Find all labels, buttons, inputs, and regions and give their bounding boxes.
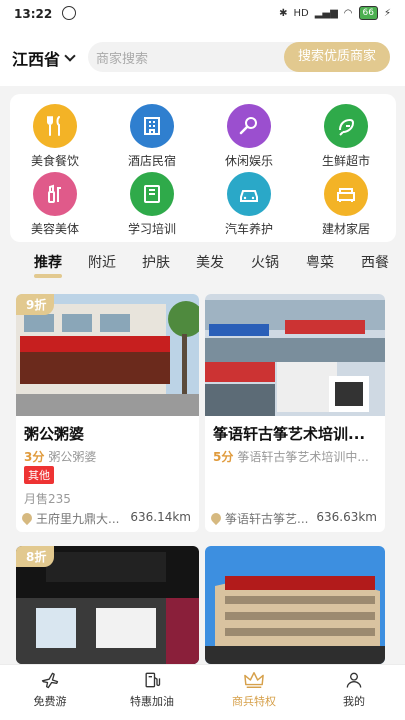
category-food[interactable]: 美食餐饮 (10, 104, 100, 169)
category-car[interactable]: 汽车养护 (204, 172, 294, 237)
status-time: 13:22 (14, 7, 53, 21)
top-bar: 江西省 商家搜索 搜索优质商家 (0, 30, 405, 86)
merchant-location: 王府里九鼎大... (19, 510, 120, 527)
shrimp-icon (324, 104, 368, 148)
signal-icon: ▂▄▆ (314, 7, 338, 19)
location-text: 筝语轩古筝艺... (225, 512, 309, 526)
hotel-icon (130, 104, 174, 148)
merchant-title: 粥公粥婆 (24, 425, 85, 443)
bottom-nav: 免费游 特惠加油 商兵特权 我的 (0, 664, 405, 720)
tab-hair[interactable]: 美发 (196, 252, 224, 272)
bluetooth-icon: ✱ (279, 7, 288, 19)
tab-western[interactable]: 西餐 (361, 252, 389, 272)
alarm-icon (62, 6, 76, 20)
category-label: 学习培训 (127, 222, 176, 236)
microphone-icon (227, 104, 271, 148)
merchant-sales: 月售235 (24, 492, 71, 506)
merchant-distance: 636.63km (316, 510, 377, 524)
merchant-photo (205, 294, 385, 416)
wifi-icon: ◠ (343, 7, 353, 19)
search-button[interactable]: 搜索优质商家 (284, 42, 390, 72)
tab-nearby[interactable]: 附近 (88, 252, 116, 272)
location-text: 王府里九鼎大... (36, 512, 120, 526)
utensils-icon (33, 104, 77, 148)
merchant-score: 5分 (213, 450, 234, 464)
nav-free-travel[interactable]: 免费游 (10, 669, 90, 709)
category-label: 美食餐饮 (30, 154, 79, 168)
merchant-photo (205, 546, 385, 664)
category-label: 美容美体 (30, 222, 79, 236)
discount-badge: 8折 (16, 546, 55, 567)
beauty-icon (33, 172, 77, 216)
location-pin-icon (19, 510, 35, 526)
status-icons: ✱ HD ▂▄▆ ◠ 66 ⚡ (279, 6, 391, 20)
tab-indicator (34, 274, 62, 278)
search-input[interactable]: 商家搜索 (96, 48, 148, 67)
tab-cantonese[interactable]: 粤菜 (306, 252, 334, 272)
battery-icon: 66 (358, 6, 378, 20)
chevron-down-icon (64, 50, 76, 62)
city-label: 江西省 (12, 50, 61, 69)
category-tabs: 推荐 附近 护肤 美发 火锅 粤菜 西餐 (0, 252, 405, 278)
merchant-subtitle: 3分 粥公粥婆 (24, 448, 189, 465)
status-bar: 13:22 ✱ HD ▂▄▆ ◠ 66 ⚡ (0, 0, 405, 30)
nav-fuel[interactable]: 特惠加油 (112, 669, 192, 709)
nav-label: 我的 (343, 695, 365, 708)
merchant-subname: 粥公粥婆 (48, 450, 97, 464)
merchant-title: 筝语轩古筝艺术培训... (213, 425, 366, 443)
book-icon (130, 172, 174, 216)
category-beauty[interactable]: 美容美体 (10, 172, 100, 237)
merchant-card[interactable]: 筝语轩古筝艺术培训... 5分 筝语轩古筝艺术培训中... 筝语轩古筝艺... 6… (205, 294, 385, 532)
tab-hotpot[interactable]: 火锅 (251, 252, 279, 272)
sofa-icon (324, 172, 368, 216)
merchant-subtitle: 5分 筝语轩古筝艺术培训中... (213, 448, 378, 465)
nav-privilege[interactable]: 商兵特权 (214, 669, 294, 709)
merchant-tag: 其他 (24, 466, 54, 484)
charging-icon: ⚡ (383, 7, 391, 19)
category-market[interactable]: 生鲜超市 (301, 104, 391, 169)
nav-label: 商兵特权 (232, 695, 276, 708)
user-icon (314, 669, 394, 691)
merchant-card[interactable] (205, 546, 385, 664)
category-label: 生鲜超市 (321, 154, 370, 168)
category-label: 汽车养护 (224, 222, 273, 236)
category-label: 休闲娱乐 (224, 154, 273, 168)
city-selector[interactable]: 江西省 (12, 46, 76, 70)
category-grid: 美食餐饮 酒店民宿 休闲娱乐 生鲜超市 美容美体 学习培训 汽车养护 建材家居 (10, 94, 396, 242)
merchant-card[interactable]: 8折 (16, 546, 199, 664)
category-label: 酒店民宿 (127, 154, 176, 168)
plane-icon (10, 669, 90, 691)
nav-label: 特惠加油 (130, 695, 174, 708)
crown-icon (214, 669, 294, 691)
merchant-location: 筝语轩古筝艺... (208, 510, 309, 527)
tab-recommend[interactable]: 推荐 (34, 252, 62, 272)
merchant-distance: 636.14km (130, 510, 191, 524)
merchant-subname: 筝语轩古筝艺术培训中... (237, 450, 369, 464)
category-home[interactable]: 建材家居 (301, 172, 391, 237)
merchant-card[interactable]: 9折 粥公粥婆 3分 粥公粥婆 其他 月售235 王府里九鼎大... 636.14… (16, 294, 199, 532)
network-label: HD (293, 7, 309, 19)
search-bar[interactable]: 商家搜索 搜索优质商家 (88, 42, 390, 72)
category-label: 建材家居 (321, 222, 370, 236)
nav-label: 免费游 (33, 695, 67, 708)
nav-mine[interactable]: 我的 (314, 669, 394, 709)
category-hotel[interactable]: 酒店民宿 (107, 104, 197, 169)
location-pin-icon (208, 510, 224, 526)
fuel-icon (112, 669, 192, 691)
discount-badge: 9折 (16, 294, 55, 315)
tab-skincare[interactable]: 护肤 (142, 252, 170, 272)
car-icon (227, 172, 271, 216)
category-study[interactable]: 学习培训 (107, 172, 197, 237)
category-leisure[interactable]: 休闲娱乐 (204, 104, 294, 169)
merchant-score: 3分 (24, 450, 45, 464)
